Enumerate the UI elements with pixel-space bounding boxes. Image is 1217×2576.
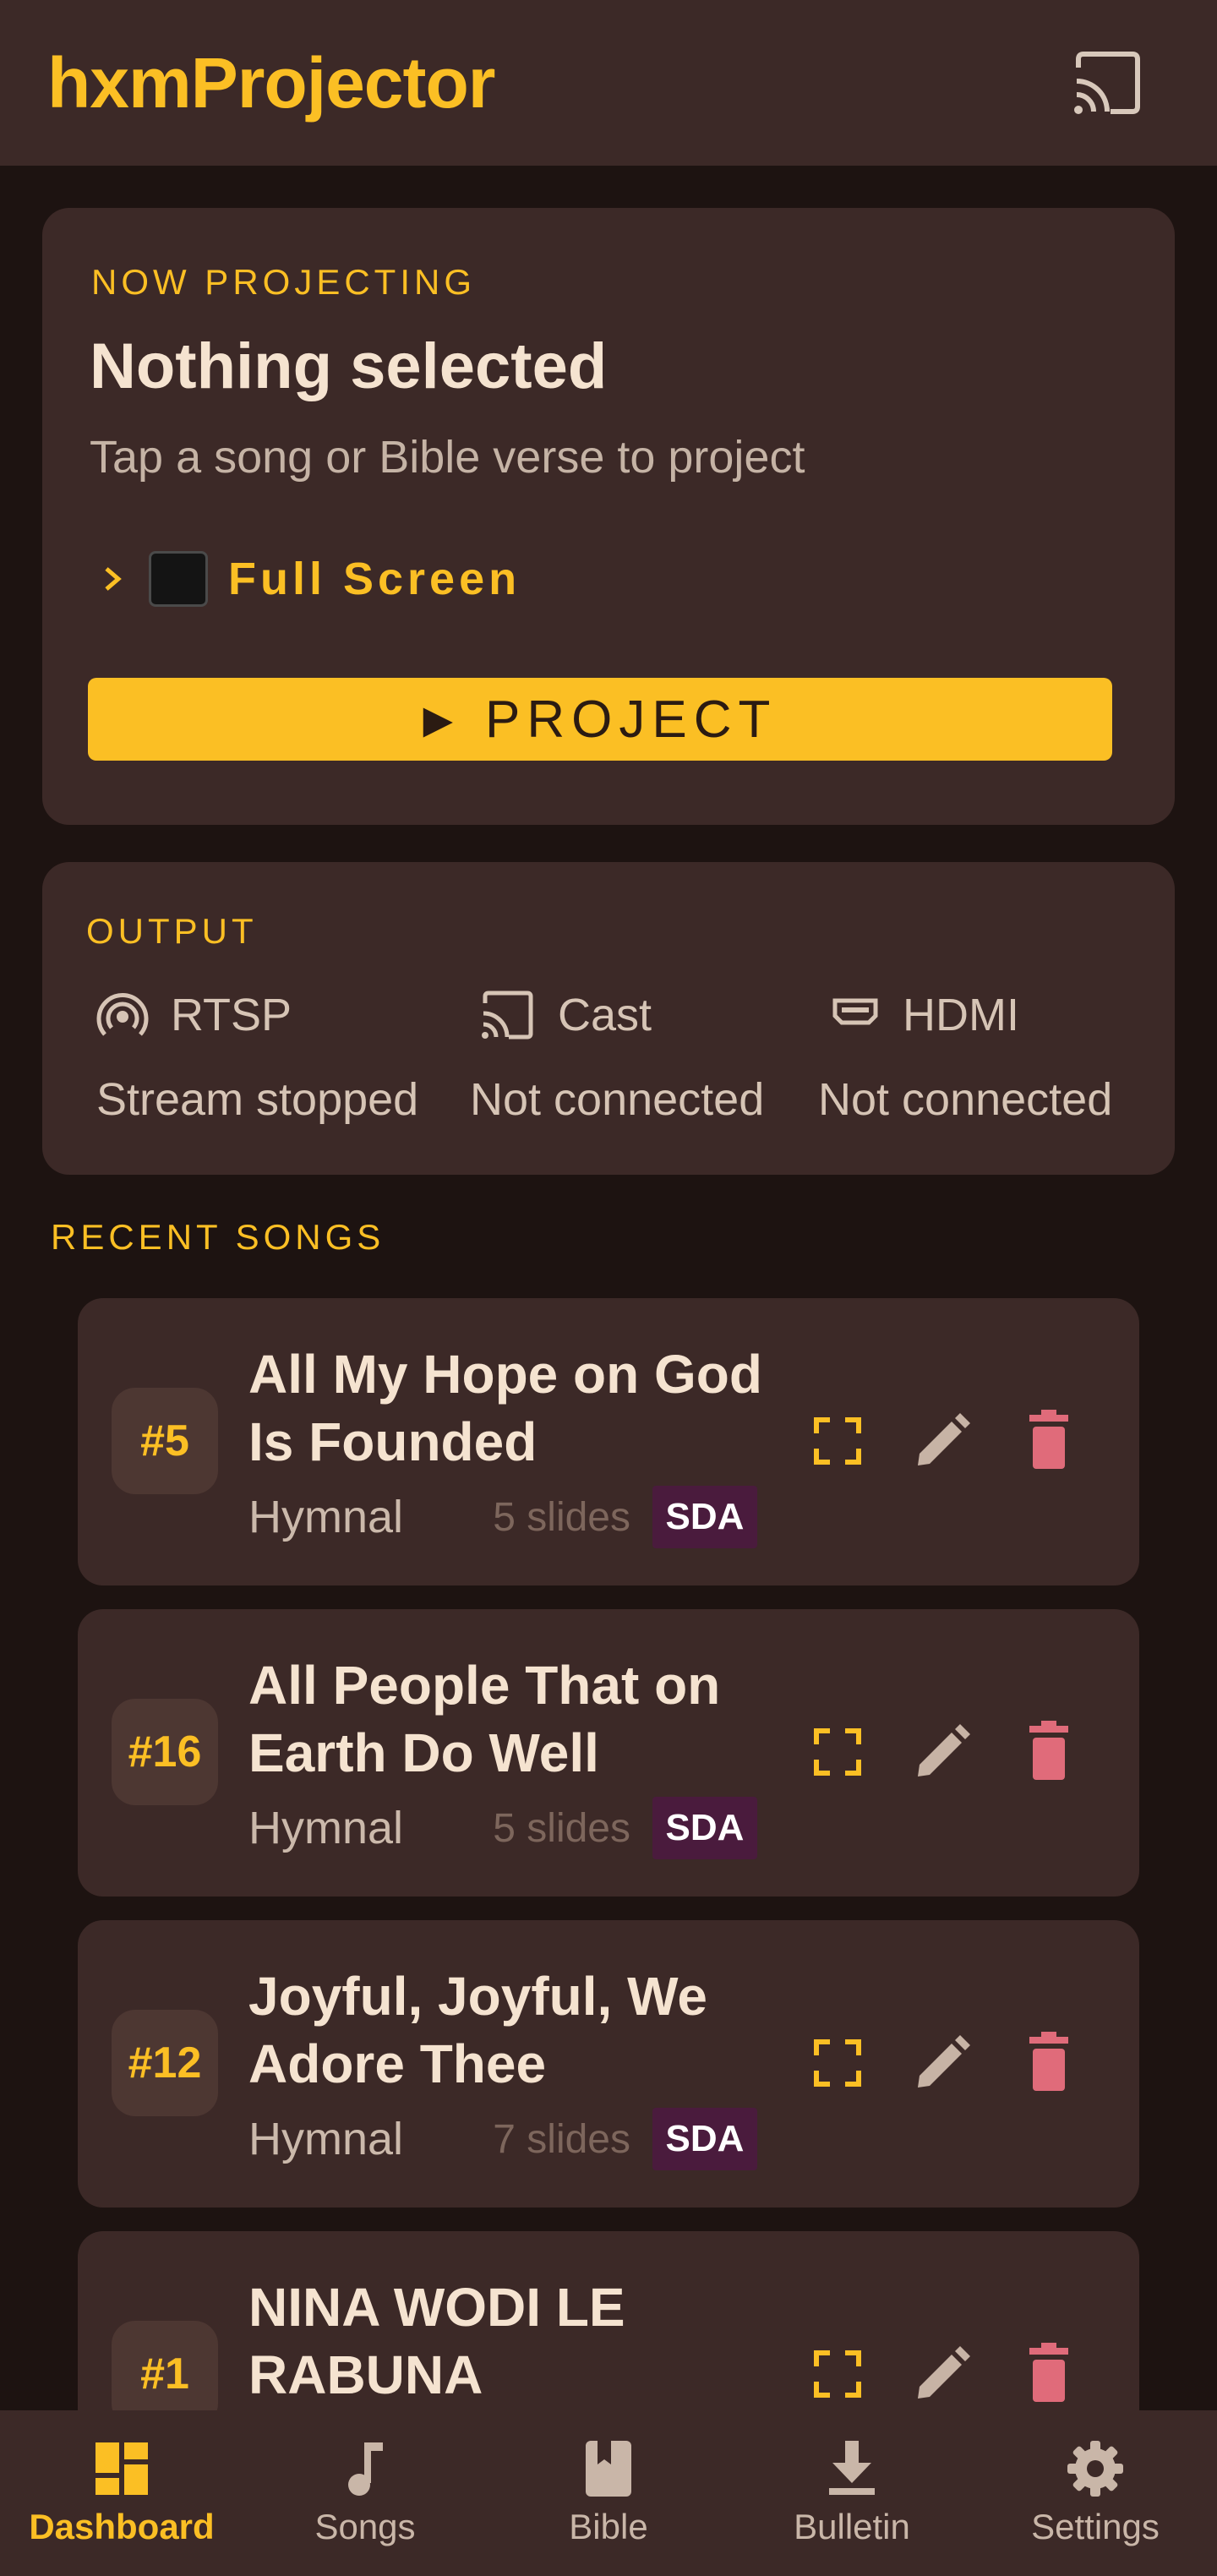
- output-hdmi-status: Not connected: [818, 1074, 1113, 1125]
- output-cast-status: Not connected: [470, 1074, 765, 1125]
- song-title: All People That on Earth Do Well: [248, 1655, 721, 1783]
- hdmi-icon: [832, 998, 878, 1025]
- song-title: NINA WODI LE RABUNA: [248, 2277, 625, 2405]
- song-card[interactable]: #1 NINA WODI LE RABUNA: [78, 2231, 1139, 2410]
- edit-icon[interactable]: [909, 2030, 975, 2096]
- song-slide-count: 5 slides: [493, 1806, 630, 1851]
- fullscreen-icon[interactable]: [805, 1408, 870, 1474]
- song-book: Hymnal: [248, 1492, 404, 1542]
- now-projecting-subtitle: Tap a song or Bible verse to project: [90, 432, 805, 483]
- nav-item-bulletin[interactable]: Bulletin: [730, 2410, 974, 2576]
- display-mode-label: Full Screen: [228, 554, 521, 604]
- recent-songs-label: RECENT SONGS: [51, 1217, 385, 1257]
- song-number-badge: #1: [112, 2321, 218, 2410]
- fullscreen-icon[interactable]: [805, 1719, 870, 1785]
- nav-item-songs[interactable]: Songs: [243, 2410, 487, 2576]
- now-projecting-title: Nothing selected: [90, 330, 608, 402]
- dashboard-icon: [96, 2442, 148, 2495]
- nav-item-dashboard[interactable]: Dashboard: [0, 2410, 243, 2576]
- song-card[interactable]: #5 All My Hope on God Is Founded Hymnal …: [78, 1298, 1139, 1585]
- now-projecting-label: NOW PROJECTING: [91, 262, 476, 302]
- delete-icon[interactable]: [1016, 1408, 1082, 1474]
- song-tag-badge: SDA: [652, 2108, 757, 2170]
- song-title: All My Hope on God Is Founded: [248, 1344, 762, 1472]
- output-hdmi-name: HDMI: [903, 990, 1019, 1040]
- nav-item-settings[interactable]: Settings: [974, 2410, 1217, 2576]
- song-number-badge: #5: [112, 1388, 218, 1494]
- project-button[interactable]: ▶ PROJECT: [88, 678, 1112, 761]
- nav-label-bible: Bible: [569, 2507, 648, 2546]
- song-number-badge: #12: [112, 2010, 218, 2116]
- display-mode-selector[interactable]: Full Screen: [96, 549, 521, 609]
- app-bar: hxmProjector: [0, 0, 1217, 166]
- screen-square-icon: [149, 551, 208, 607]
- song-card[interactable]: #12 Joyful, Joyful, We Adore Thee Hymnal…: [78, 1920, 1139, 2208]
- output-hdmi[interactable]: HDMI: [830, 989, 1019, 1041]
- cast-icon: [482, 991, 533, 1040]
- song-book: Hymnal: [248, 2114, 404, 2164]
- output-rtsp-name: RTSP: [171, 990, 292, 1040]
- nav-label-bulletin: Bulletin: [794, 2507, 910, 2546]
- fullscreen-icon[interactable]: [805, 2341, 870, 2407]
- delete-icon[interactable]: [1016, 2341, 1082, 2407]
- song-card[interactable]: #16 All People That on Earth Do Well Hym…: [78, 1609, 1139, 1897]
- edit-icon[interactable]: [909, 1408, 975, 1474]
- song-slide-count: 7 slides: [493, 2117, 630, 2162]
- song-number-badge: #16: [112, 1699, 218, 1805]
- nav-label-songs: Songs: [314, 2507, 416, 2546]
- delete-icon[interactable]: [1016, 1719, 1082, 1785]
- nav-item-bible[interactable]: Bible: [487, 2410, 730, 2576]
- nav-label-dashboard: Dashboard: [29, 2507, 215, 2546]
- play-icon: ▶: [423, 697, 461, 741]
- output-rtsp[interactable]: RTSP: [96, 989, 292, 1041]
- edit-icon[interactable]: [909, 2341, 975, 2407]
- edit-icon[interactable]: [909, 1719, 975, 1785]
- bottom-nav: Dashboard Songs Bible Bulletin Settings: [0, 2410, 1217, 2576]
- broadcast-icon: [96, 992, 149, 1036]
- book-icon: [586, 2441, 631, 2497]
- song-title: Joyful, Joyful, We Adore Thee: [248, 1966, 707, 2094]
- song-book: Hymnal: [248, 1803, 404, 1853]
- output-cast-name: Cast: [558, 990, 652, 1040]
- cast-icon[interactable]: [1072, 51, 1144, 115]
- output-rtsp-status: Stream stopped: [96, 1074, 419, 1125]
- nav-label-settings: Settings: [1031, 2507, 1160, 2546]
- chevron-right-icon: [105, 567, 122, 591]
- music-note-icon: [348, 2442, 383, 2496]
- download-icon: [829, 2441, 875, 2495]
- song-tag-badge: SDA: [652, 1486, 757, 1548]
- delete-icon[interactable]: [1016, 2030, 1082, 2096]
- output-cast[interactable]: Cast: [480, 989, 652, 1041]
- song-tag-badge: SDA: [652, 1797, 757, 1859]
- project-button-label: PROJECT: [485, 690, 778, 749]
- song-slide-count: 5 slides: [493, 1495, 630, 1540]
- app-title: hxmProjector: [47, 43, 495, 123]
- gear-icon: [1067, 2441, 1123, 2497]
- output-label: OUTPUT: [86, 911, 258, 951]
- fullscreen-icon[interactable]: [805, 2030, 870, 2096]
